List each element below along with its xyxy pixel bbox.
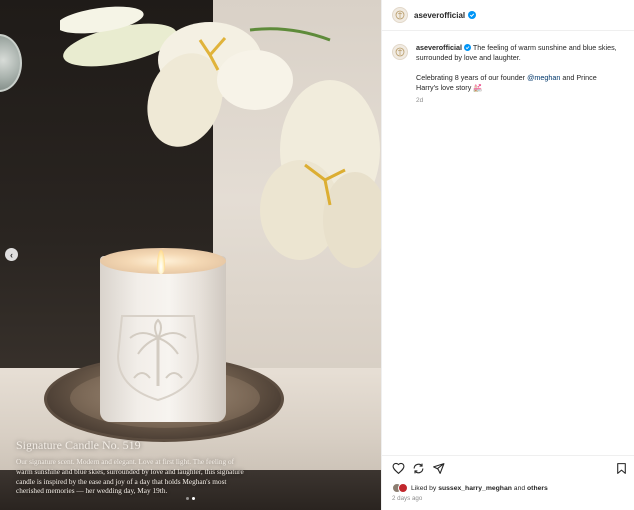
- caption-line-2-start: Celebrating 8 years of our founder: [416, 73, 528, 83]
- post-header: aseverofficial: [382, 0, 634, 31]
- mention-link[interactable]: @meghan: [527, 73, 560, 82]
- palm-crest-emblem: [116, 315, 200, 402]
- post-text: aseverofficial The feeling of warm sunsh…: [416, 43, 621, 106]
- verified-badge-icon: [468, 11, 477, 19]
- repost-icon: [413, 463, 424, 473]
- post-date: 2 days ago: [392, 495, 423, 502]
- carousel-dot-active: [192, 497, 195, 500]
- likes-summary: Liked by sussex_harry_meghan and others: [392, 483, 548, 493]
- like-button[interactable]: [392, 462, 405, 475]
- bookmark-icon: [617, 462, 626, 474]
- carousel-prev-button[interactable]: ‹: [5, 248, 18, 261]
- avatar[interactable]: [392, 7, 408, 23]
- liker-username[interactable]: sussex_harry_meghan: [438, 485, 512, 492]
- post-side-panel: aseverofficial aseverofficial The feelin…: [381, 0, 634, 510]
- repost-button[interactable]: [412, 462, 425, 475]
- share-button[interactable]: [432, 462, 445, 475]
- divider: [382, 455, 634, 456]
- post-photo: Signature Candle No. 519 Our signature s…: [0, 0, 381, 510]
- liker-avatar: [398, 483, 408, 493]
- likes-others-link[interactable]: others: [527, 485, 548, 492]
- carousel-indicator: [186, 497, 195, 500]
- likes-text: Liked by sussex_harry_meghan and others: [411, 485, 548, 492]
- post-time[interactable]: 2d: [416, 96, 621, 106]
- action-bar: [392, 461, 628, 475]
- wedding-chapel-emoji: 💒: [473, 82, 483, 92]
- heart-icon: [392, 462, 405, 474]
- brand-logo-icon: [395, 10, 405, 20]
- brand-logo-icon: [395, 47, 405, 57]
- photo-caption: Signature Candle No. 519 Our signature s…: [16, 438, 252, 496]
- chevron-left-icon: ‹: [10, 249, 13, 260]
- likes-prefix: Liked by: [411, 484, 439, 492]
- verified-badge-icon: [463, 44, 471, 51]
- save-button[interactable]: [615, 462, 628, 475]
- lily-flowers: [60, 6, 381, 268]
- avatar[interactable]: [392, 44, 408, 60]
- caption-title: Signature Candle No. 519: [16, 438, 141, 452]
- caption-username[interactable]: aseverofficial: [416, 43, 462, 52]
- share-icon: [433, 462, 445, 474]
- header-username[interactable]: aseverofficial: [414, 11, 465, 20]
- caption-body: Our signature scent. Modern and elegant.…: [16, 457, 244, 496]
- post-caption-block: aseverofficial The feeling of warm sunsh…: [382, 31, 634, 106]
- carousel-dot: [186, 497, 189, 500]
- likes-middle: and: [511, 484, 528, 492]
